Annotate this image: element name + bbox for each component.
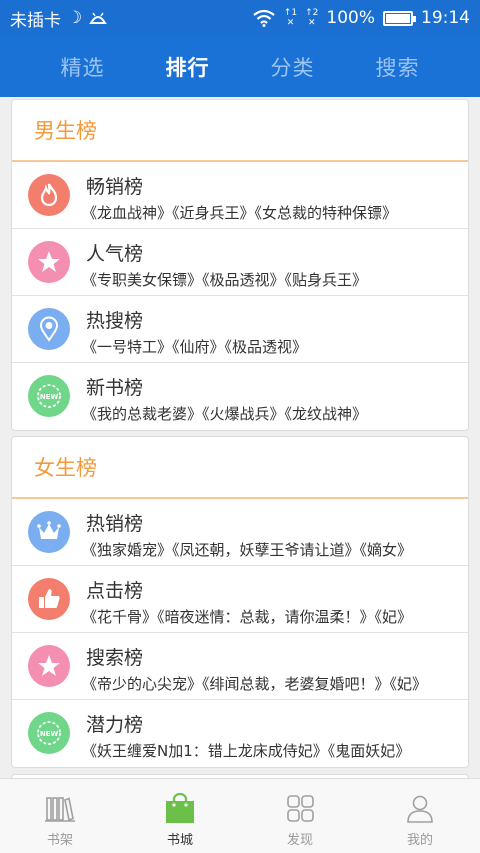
ranking-books: 《花千骨》《暗夜迷情：总裁，请你温柔！》《妃》: [82, 608, 413, 626]
nav-profile-label: 我的: [406, 833, 433, 848]
new-badge-icon: NEW: [28, 712, 70, 754]
ranking-content[interactable]: 男生榜 畅销榜 《龙血战神》《近身兵王》《女总裁的特种保镖》 人气榜 《专职美女…: [0, 97, 480, 778]
ranking-books: 《帝少的心尖宠》《绯闻总裁，老婆复婚吧！》《妃》: [82, 675, 428, 693]
svg-text:NEW: NEW: [40, 393, 59, 401]
ranking-name: 新书榜: [86, 377, 144, 399]
person-icon: [407, 795, 433, 823]
android-icon: [89, 12, 107, 24]
carrier-text: 未插卡: [10, 10, 61, 31]
tab-ranking[interactable]: 排行: [166, 52, 210, 82]
flame-icon: [28, 174, 70, 216]
ranking-books: 《龙血战神》《近身兵王》《女总裁的特种保镖》: [82, 204, 398, 222]
male-ranking-card: 男生榜 畅销榜 《龙血战神》《近身兵王》《女总裁的特种保镖》 人气榜 《专职美女…: [11, 99, 469, 431]
sim2-signal-icon: ↑2 ✕: [305, 8, 319, 28]
sim1-signal-icon: ↑1 ✕: [283, 8, 298, 28]
top-tab-bar: 精选 排行 分类 搜索: [0, 36, 480, 97]
ranking-name: 搜索榜: [86, 647, 144, 669]
ranking-books: 《专职美女保镖》《极品透视》《贴身兵王》: [82, 271, 368, 289]
tab-categories[interactable]: 分类: [271, 52, 315, 82]
ranking-books: 《我的总裁老婆》《火爆战兵》《龙纹战神》: [82, 405, 368, 423]
ranking-books: 《妖王缠爱N加1：错上龙床成侍妃》《鬼面妖妃》: [82, 742, 411, 760]
location-pin-icon: [28, 308, 70, 350]
ranking-row-female-1[interactable]: 点击榜 《花千骨》《暗夜迷情：总裁，请你温柔！》《妃》: [12, 566, 468, 633]
tab-search[interactable]: 搜索: [376, 52, 420, 82]
ranking-row-male-3[interactable]: NEW 新书榜 《我的总裁老婆》《火爆战兵》《龙纹战神》: [12, 363, 468, 430]
male-ranking-title: 男生榜: [12, 100, 468, 162]
bottom-nav: 书架 书城 发现 我的: [0, 778, 480, 853]
ranking-name: 热搜榜: [86, 310, 144, 332]
ranking-name: 潜力榜: [86, 714, 144, 736]
nav-discover-label: 发现: [286, 833, 313, 848]
ranking-name: 畅销榜: [86, 176, 144, 198]
ranking-row-female-0[interactable]: 热销榜 《独家婚宠》《凤还朝，妖孽王爷请让道》《嫡女》: [12, 499, 468, 566]
thumbs-up-icon: [28, 578, 70, 620]
nav-bookshelf[interactable]: 书架: [0, 779, 120, 853]
svg-text:NEW: NEW: [40, 730, 59, 738]
ranking-name: 点击榜: [86, 580, 144, 602]
new-badge-icon: NEW: [28, 375, 70, 417]
battery-percent: 100%: [326, 8, 375, 28]
ranking-name: 人气榜: [86, 243, 144, 265]
ranking-row-male-0[interactable]: 畅销榜 《龙血战神》《近身兵王》《女总裁的特种保镖》: [12, 162, 468, 229]
shopping-bag-icon: [166, 793, 194, 823]
nav-bookstore[interactable]: 书城: [120, 779, 240, 853]
bookshelf-icon: [45, 797, 75, 822]
clock: 19:14: [421, 8, 470, 28]
ranking-row-male-1[interactable]: 人气榜 《专职美女保镖》《极品透视》《贴身兵王》: [12, 229, 468, 296]
nav-discover[interactable]: 发现: [240, 779, 360, 853]
nav-profile[interactable]: 我的: [360, 779, 480, 853]
star-icon: [28, 241, 70, 283]
nav-bookshelf-label: 书架: [46, 833, 73, 848]
tab-featured[interactable]: 精选: [61, 52, 105, 82]
grid-icon: [287, 795, 314, 822]
ranking-row-female-3[interactable]: NEW 潜力榜 《妖王缠爱N加1：错上龙床成侍妃》《鬼面妖妃》: [12, 700, 468, 767]
crown-icon: [28, 511, 70, 553]
ranking-row-male-2[interactable]: 热搜榜 《一号特工》《仙府》《极品透视》: [12, 296, 468, 363]
status-bar: 未插卡 ☽ ↑1 ✕ ↑2 ✕ 100% 19:14: [0, 0, 480, 36]
ranking-row-female-2[interactable]: 搜索榜 《帝少的心尖宠》《绯闻总裁，老婆复婚吧！》《妃》: [12, 633, 468, 700]
female-ranking-title: 女生榜: [12, 437, 468, 499]
star-icon: [28, 645, 70, 687]
nav-bookstore-label: 书城: [166, 833, 193, 848]
moon-icon: ☽: [67, 8, 83, 28]
female-ranking-card: 女生榜 热销榜 《独家婚宠》《凤还朝，妖孽王爷请让道》《嫡女》 点击榜 《花千骨…: [11, 436, 469, 768]
ranking-name: 热销榜: [86, 513, 144, 535]
ranking-books: 《独家婚宠》《凤还朝，妖孽王爷请让道》《嫡女》: [82, 541, 413, 559]
wifi-icon: [253, 9, 275, 27]
ranking-books: 《一号特工》《仙府》《极品透视》: [82, 338, 308, 356]
battery-icon: [383, 10, 416, 26]
